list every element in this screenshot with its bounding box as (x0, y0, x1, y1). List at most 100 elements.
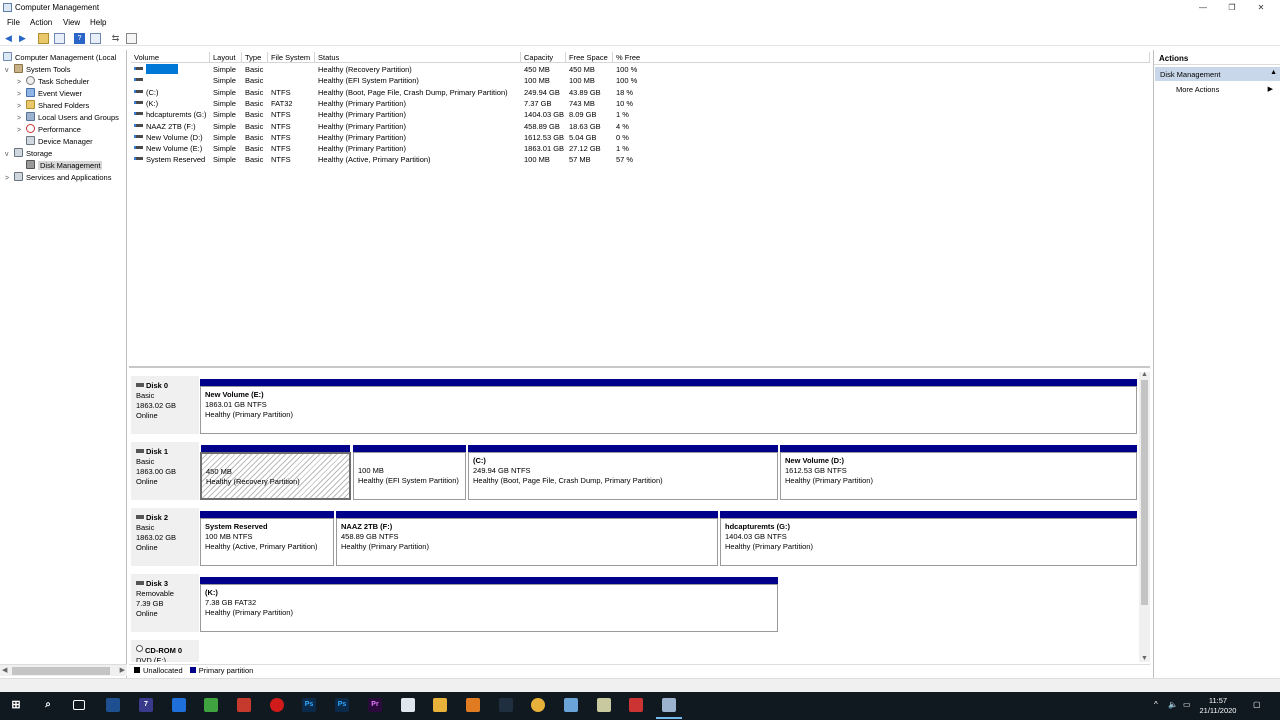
column-header-file-system[interactable]: File System (268, 52, 315, 63)
table-row[interactable]: (K:) Simple Basic FAT32 Healthy (Primary Par… (129, 98, 1150, 109)
tree-node-task-scheduler[interactable]: > Task Scheduler (17, 76, 89, 88)
help-icon[interactable]: ? (74, 33, 85, 44)
computer-management-taskbar-icon[interactable] (656, 698, 682, 719)
partition-c[interactable]: (C:) 249.94 GB NTFS Healthy (Boot, Page Fi… (468, 445, 778, 500)
search-icon[interactable]: ⌕ (41, 698, 55, 712)
media-player-icon[interactable] (466, 698, 480, 712)
menu-view[interactable]: View (63, 18, 80, 27)
cdrom-0-label[interactable]: CD-ROM 0 DVD (E:) (131, 640, 199, 662)
start-button-icon[interactable]: ⊞ (9, 698, 23, 712)
partition-efi[interactable]: 100 MB Healthy (EFI System Partition) (353, 445, 466, 500)
refresh-icon[interactable] (126, 33, 137, 44)
taskbar-app-icon[interactable] (106, 698, 120, 712)
menu-help[interactable]: Help (90, 18, 106, 27)
back-arrow-icon[interactable]: ◀ (3, 33, 14, 44)
notifications-icon[interactable]: ▢ (1253, 700, 1261, 709)
column-header-type[interactable]: Type (242, 52, 268, 63)
partition-f[interactable]: NAAZ 2TB (F:) 458.89 GB NTFS Healthy (Prim… (336, 511, 718, 566)
column-header-percent-free[interactable]: % Free (613, 52, 1150, 63)
show-hide-tree-icon[interactable] (54, 33, 65, 44)
taskbar-app-icon[interactable] (629, 698, 643, 712)
network-icon[interactable]: ▭ (1183, 700, 1191, 709)
clock[interactable]: 11:57 21/11/2020 (1197, 696, 1239, 716)
tree-node-device-manager[interactable]: Device Manager (17, 136, 93, 148)
tree-node-shared-folders[interactable]: > Shared Folders (17, 100, 89, 112)
table-cell: 100 % (616, 75, 637, 86)
column-header-layout[interactable]: Layout (210, 52, 242, 63)
volume-icon[interactable]: 🔈 (1168, 700, 1178, 709)
table-row[interactable]: System Reserved Simple Basic NTFS Healthy (A… (129, 154, 1150, 165)
table-row[interactable]: hdcapturemts (G:) Simple Basic NTFS Healthy … (129, 109, 1150, 120)
scroll-right-icon[interactable]: ▶ (120, 666, 125, 674)
partition-g[interactable]: hdcapturemts (G:) 1404.03 GB NTFS Healthy … (720, 511, 1137, 566)
volume-icon (134, 78, 143, 82)
photoshop-icon[interactable]: Ps (335, 698, 349, 712)
scroll-down-icon[interactable]: ▼ (1141, 655, 1148, 662)
notepad-icon[interactable] (401, 698, 415, 712)
collapse-icon[interactable]: ▲ (1270, 69, 1277, 76)
taskbar-app-icon[interactable] (564, 698, 578, 712)
partition-k[interactable]: (K:) 7.38 GB FAT32 Healthy (Primary Partit… (200, 577, 778, 632)
taskbar-app-icon[interactable] (237, 698, 251, 712)
tree-horizontal-scrollbar[interactable]: ◀ ▶ (0, 664, 127, 676)
table-row[interactable]: New Volume (D:) Simple Basic NTFS Healthy (P… (129, 132, 1150, 143)
forward-arrow-icon[interactable]: ▶ (17, 33, 28, 44)
tree-node-local-users[interactable]: > Local Users and Groups (17, 112, 119, 124)
table-row[interactable]: New Volume (E:) Simple Basic NTFS Healthy (P… (129, 143, 1150, 154)
show-hidden-icons-icon[interactable]: ^ (1154, 700, 1158, 709)
maximize-button[interactable]: ❐ (1225, 2, 1239, 13)
disk-0-label[interactable]: Disk 0 Basic 1863.02 GB Online (131, 376, 199, 434)
disk-3-label[interactable]: Disk 3 Removable 7.39 GB Online (131, 574, 199, 632)
tree-node-disk-management[interactable]: Disk Management (17, 160, 103, 172)
table-row[interactable]: Simple Basic Healthy (EFI System Partition… (129, 75, 1150, 86)
task-view-icon[interactable] (73, 700, 85, 710)
tree-node-performance[interactable]: > Performance (17, 124, 81, 136)
disk-vertical-scrollbar[interactable]: ▲ ▼ (1139, 371, 1150, 662)
menu-action[interactable]: Action (30, 18, 52, 27)
photoshop-icon[interactable]: Ps (302, 698, 316, 712)
cell-text: (C:) (146, 87, 159, 97)
tree-node-event-viewer[interactable]: > Event Viewer (17, 88, 82, 100)
disk-2-label[interactable]: Disk 2 Basic 1863.02 GB Online (131, 508, 199, 566)
table-row[interactable]: (C:) Simple Basic NTFS Healthy (Boot, Page F… (129, 87, 1150, 98)
taskbar-app-icon[interactable] (597, 698, 611, 712)
scroll-left-icon[interactable]: ◀ (2, 666, 7, 674)
tree-node-storage[interactable]: v Storage (5, 148, 52, 160)
more-actions-link[interactable]: More Actions (1176, 85, 1219, 94)
table-row[interactable]: Simple Basic Healthy (Recovery Partition) 4… (129, 64, 1150, 75)
partition-d[interactable]: New Volume (D:) 1612.53 GB NTFS Healthy (P… (780, 445, 1137, 500)
tree-node-services-applications[interactable]: > Services and Applications (5, 172, 111, 184)
column-header-free-space[interactable]: Free Space (566, 52, 613, 63)
taskbar-app-icon[interactable] (499, 698, 513, 712)
column-header-volume[interactable]: Volume (131, 52, 210, 63)
taskbar-app-icon[interactable] (204, 698, 218, 712)
column-header-capacity[interactable]: Capacity (521, 52, 566, 63)
up-folder-icon[interactable] (38, 33, 49, 44)
legend: Unallocated Primary partition (129, 664, 1150, 676)
partition-system-reserved[interactable]: System Reserved 100 MB NTFS Healthy (Activ… (200, 511, 334, 566)
table-row[interactable]: NAAZ 2TB (F:) Simple Basic NTFS Healthy (Pri… (129, 121, 1150, 132)
tree-node-system-tools[interactable]: v System Tools (5, 64, 70, 76)
premiere-icon[interactable]: Pr (368, 698, 382, 712)
properties-icon[interactable] (90, 33, 101, 44)
minimize-button[interactable]: — (1196, 2, 1210, 13)
chrome-icon[interactable] (531, 698, 545, 712)
scroll-up-icon[interactable]: ▲ (1141, 371, 1148, 378)
disk-1-label[interactable]: Disk 1 Basic 1863.00 GB Online (131, 442, 199, 500)
menu-file[interactable]: File (7, 18, 20, 27)
column-header-status[interactable]: Status (315, 52, 521, 63)
file-explorer-icon[interactable] (433, 698, 447, 712)
table-cell: 5.04 GB (569, 132, 597, 143)
partition-bar (780, 445, 1137, 452)
scroll-thumb[interactable] (1141, 380, 1148, 605)
taskbar-app-icon[interactable] (172, 698, 186, 712)
partition-e[interactable]: New Volume (E:) 1863.01 GB NTFS Healthy (P… (200, 379, 1137, 434)
actions-section-disk-management[interactable]: Disk Management ▲ (1155, 67, 1280, 81)
close-button[interactable]: ✕ (1254, 2, 1268, 13)
opera-icon[interactable] (270, 698, 284, 712)
taskbar-app-icon[interactable]: 7 (139, 698, 153, 712)
tree-node-computer-management[interactable]: Computer Management (Local (3, 52, 116, 64)
scroll-thumb[interactable] (12, 667, 110, 675)
rescan-icon[interactable]: ⇆ (110, 33, 121, 44)
partition-recovery[interactable]: 450 MB Healthy (Recovery Partition) (200, 445, 351, 500)
